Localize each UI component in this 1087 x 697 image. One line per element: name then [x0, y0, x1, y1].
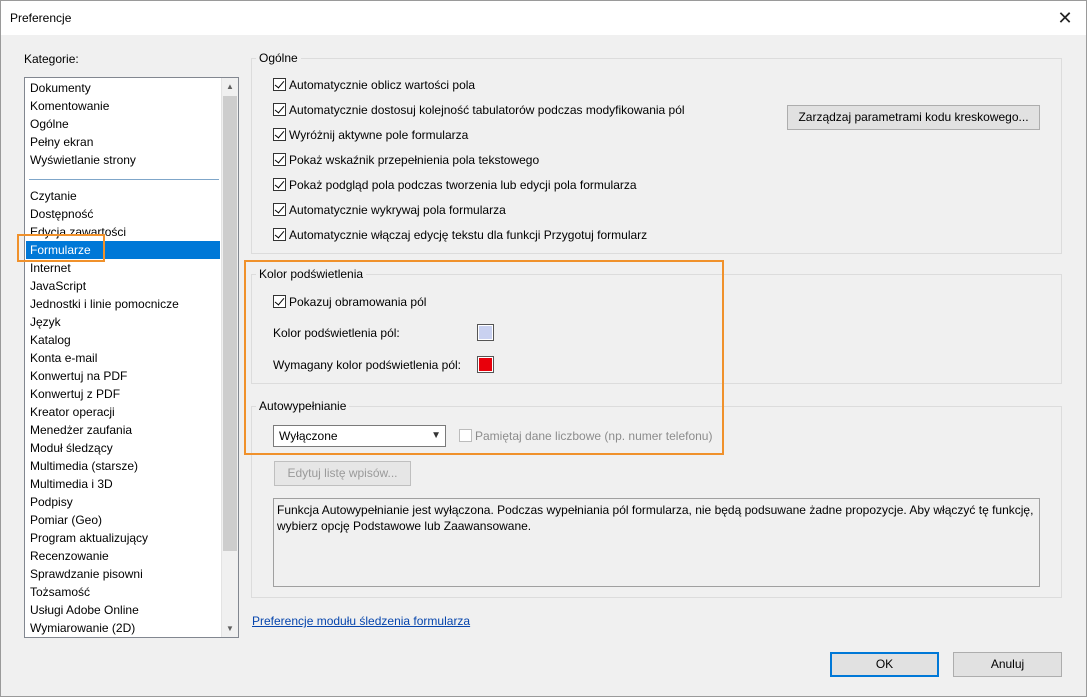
general-option[interactable]: Automatycznie wykrywaj pola formularza: [273, 202, 506, 218]
manage-barcode-button[interactable]: Zarządzaj parametrami kodu kreskowego...: [787, 105, 1040, 130]
category-item[interactable]: Kreator operacji: [26, 403, 220, 421]
category-item[interactable]: Ogólne: [26, 115, 220, 133]
cancel-button[interactable]: Anuluj: [953, 652, 1062, 677]
category-item[interactable]: Podpisy: [26, 493, 220, 511]
ok-button[interactable]: OK: [830, 652, 939, 677]
category-item[interactable]: Pomiar (Geo): [26, 511, 220, 529]
categories-label: Kategorie:: [24, 52, 79, 66]
general-option-checkbox[interactable]: [273, 178, 286, 191]
category-item[interactable]: Jednostki i linie pomocnicze: [26, 295, 220, 313]
scroll-up-icon[interactable]: ▲: [222, 78, 238, 95]
categories-scrollbar[interactable]: ▲ ▼: [221, 78, 238, 637]
general-option[interactable]: Automatycznie włączaj edycję tekstu dla …: [273, 227, 647, 243]
general-option[interactable]: Pokaż wskaźnik przepełnienia pola teksto…: [273, 152, 539, 168]
general-option-checkbox[interactable]: [273, 228, 286, 241]
category-item[interactable]: Dostępność: [26, 205, 220, 223]
general-option-checkbox[interactable]: [273, 78, 286, 91]
window-title: Preferencje: [10, 11, 72, 25]
general-option[interactable]: Automatycznie dostosuj kolejność tabulat…: [273, 102, 685, 118]
categories-list[interactable]: Wymiarowanie (2D) Usługi Adobe Online Tożs…: [24, 77, 239, 638]
category-item[interactable]: Konta e-mail: [26, 349, 220, 367]
general-option[interactable]: Wyróżnij aktywne pole formularza: [273, 127, 468, 143]
category-item[interactable]: Sprawdzanie pisowni: [26, 565, 220, 583]
general-option-label: Automatycznie oblicz wartości pola: [289, 78, 476, 92]
category-item[interactable]: Język: [26, 313, 220, 331]
general-option-label: Pokaż podgląd pola podczas tworzenia lub…: [289, 178, 637, 192]
category-item[interactable]: Multimedia i 3D: [26, 475, 220, 493]
general-option[interactable]: Automatycznie oblicz wartości pola: [273, 77, 475, 93]
category-item[interactable]: Recenzowanie: [26, 547, 220, 565]
category-item[interactable]: Multimedia (starsze): [26, 457, 220, 475]
category-item[interactable]: Czytanie: [26, 187, 220, 205]
general-option-label: Pokaż wskaźnik przepełnienia pola teksto…: [289, 153, 540, 167]
general-option-checkbox[interactable]: [273, 103, 286, 116]
preferences-dialog: Preferencje ✕ Kategorie: Wymiarowanie (2…: [0, 0, 1087, 697]
general-option-label: Automatycznie włączaj edycję tekstu dla …: [289, 228, 648, 242]
category-item[interactable]: Wyświetlanie strony: [26, 151, 220, 169]
title-bar: Preferencje ✕: [1, 1, 1086, 35]
general-option-label: Automatycznie wykrywaj pola formularza: [289, 203, 506, 217]
category-item[interactable]: Tożsamość: [26, 583, 220, 601]
general-option-label: Wyróżnij aktywne pole formularza: [289, 128, 469, 142]
form-tracker-preferences-link[interactable]: Preferencje modułu śledzenia formularza: [252, 614, 470, 628]
highlight-settings-frame: [244, 260, 724, 455]
general-group-title: Ogólne: [256, 51, 301, 65]
general-option-checkbox[interactable]: [273, 128, 286, 141]
general-option-label: Automatycznie dostosuj kolejność tabulat…: [289, 103, 685, 117]
category-item[interactable]: JavaScript: [26, 277, 220, 295]
categories-separator: [29, 179, 219, 180]
edit-entries-button[interactable]: Edytuj listę wpisów...: [274, 461, 411, 486]
category-item[interactable]: Konwertuj na PDF: [26, 367, 220, 385]
category-item[interactable]: Konwertuj z PDF: [26, 385, 220, 403]
scroll-thumb[interactable]: [223, 96, 237, 551]
category-item[interactable]: Menedżer zaufania: [26, 421, 220, 439]
general-option-checkbox[interactable]: [273, 203, 286, 216]
category-item[interactable]: Moduł śledzący: [26, 439, 220, 457]
category-item[interactable]: Wymiarowanie (2D): [26, 619, 220, 637]
scroll-down-icon[interactable]: ▼: [222, 620, 238, 637]
autofill-description: Funkcja Autowypełnianie jest wyłączona. …: [273, 498, 1040, 587]
category-item[interactable]: Pełny ekran: [26, 133, 220, 151]
general-option[interactable]: Pokaż podgląd pola podczas tworzenia lub…: [273, 177, 637, 193]
category-item[interactable]: Komentowanie: [26, 97, 220, 115]
selected-category-highlight: [17, 234, 105, 262]
category-item[interactable]: Program aktualizujący: [26, 529, 220, 547]
category-item[interactable]: Dokumenty: [26, 79, 220, 97]
close-icon[interactable]: ✕: [1054, 7, 1076, 29]
general-option-checkbox[interactable]: [273, 153, 286, 166]
category-item[interactable]: Katalog: [26, 331, 220, 349]
category-item[interactable]: Usługi Adobe Online: [26, 601, 220, 619]
